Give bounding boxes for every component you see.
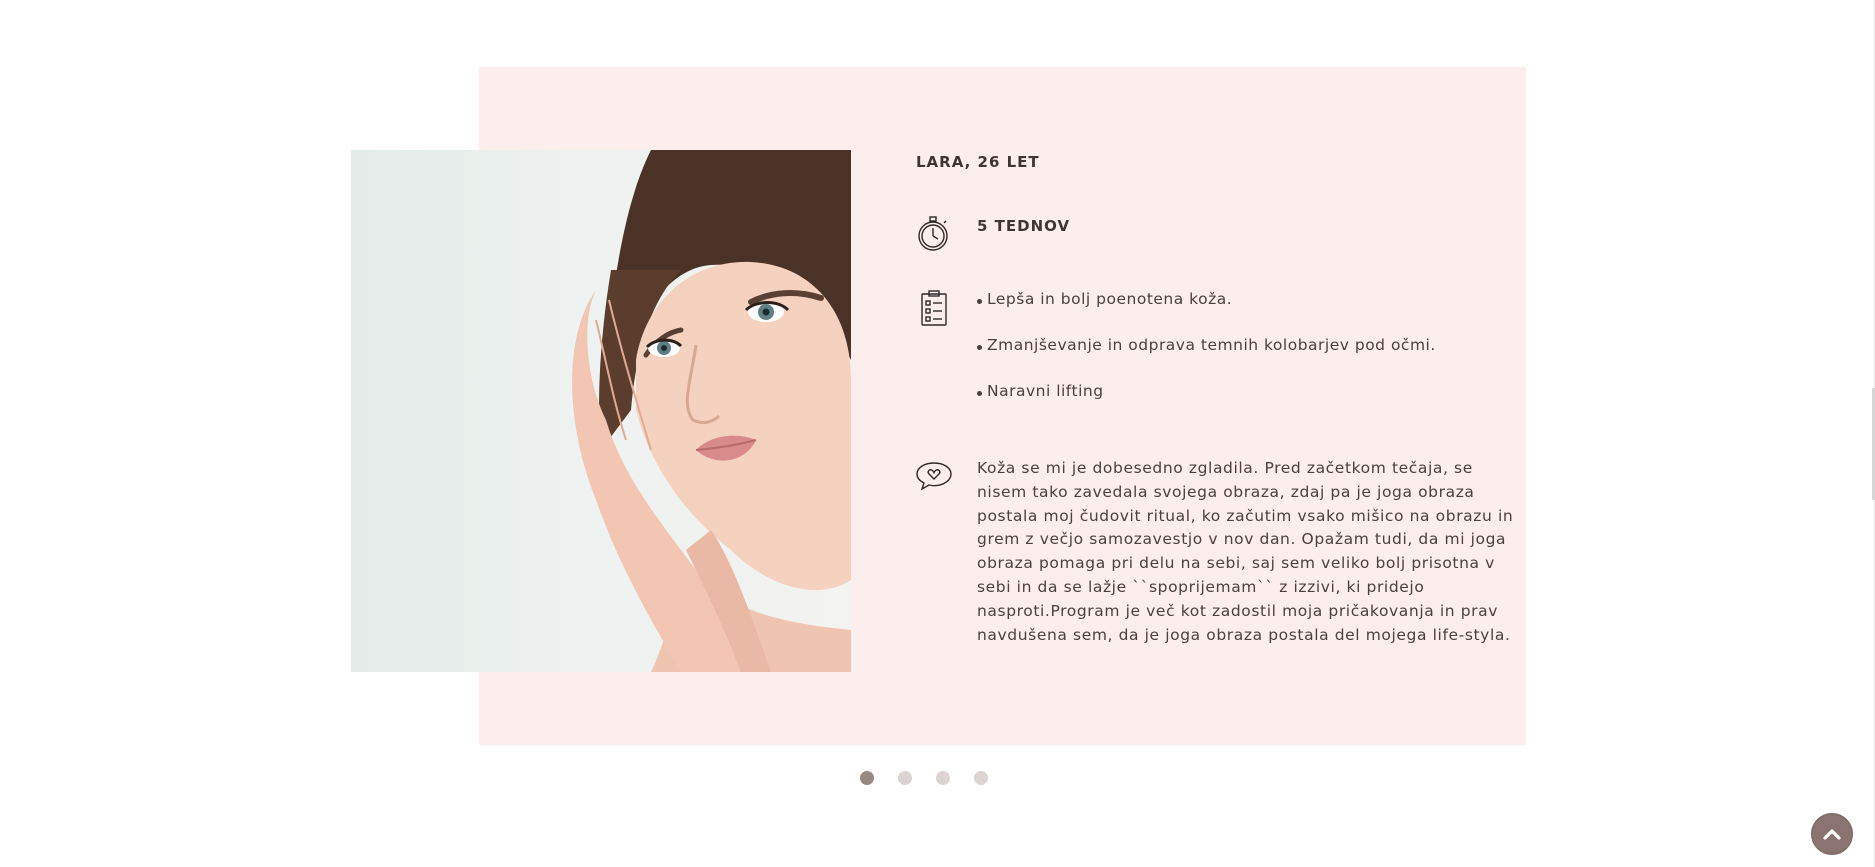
benefits-list: Lepša in bolj poenotena koža. Zmanjševan… <box>977 290 1436 428</box>
benefit-item: Naravni lifting <box>977 382 1436 405</box>
testimonial-quote: Koža se mi je dobesedno zgladila. Pred z… <box>977 459 1514 644</box>
carousel-dot-2[interactable] <box>898 771 912 785</box>
program-duration: 5 TEDNOV <box>977 217 1071 235</box>
person-name: LARA, 26 LET <box>916 153 1040 171</box>
carousel-dot-4[interactable] <box>974 771 988 785</box>
speech-bubble-heart-icon <box>916 461 952 495</box>
carousel-dot-1[interactable] <box>860 771 874 785</box>
testimonial-photo <box>351 150 851 672</box>
carousel-dot-3[interactable] <box>936 771 950 785</box>
back-to-top-button[interactable] <box>1811 813 1853 855</box>
carousel-pagination <box>860 771 988 785</box>
clipboard-list-icon <box>920 289 948 331</box>
benefit-item: Zmanjševanje in odprava temnih kolobarje… <box>977 336 1436 359</box>
stopwatch-icon <box>916 214 950 256</box>
benefit-item: Lepša in bolj poenotena koža. <box>977 290 1436 313</box>
chevron-up-icon <box>1823 825 1841 844</box>
